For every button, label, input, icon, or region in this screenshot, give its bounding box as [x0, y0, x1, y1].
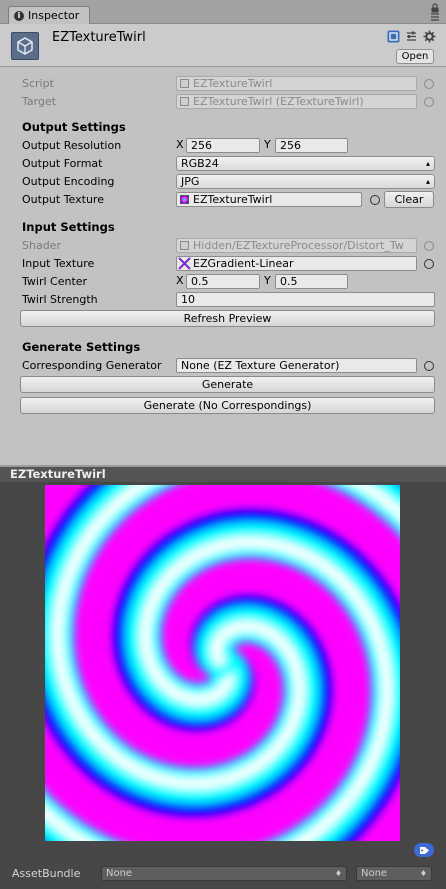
tab-strip: i Inspector	[0, 0, 446, 24]
input-texture-field[interactable]: EZGradient-Linear	[176, 256, 417, 271]
script-field: EZTextureTwirl	[176, 76, 417, 91]
info-icon: i	[14, 10, 24, 21]
script-label: Script	[22, 77, 54, 90]
clear-button[interactable]: Clear	[384, 191, 434, 208]
missing-texture-icon	[178, 257, 191, 270]
menu-icon[interactable]	[430, 13, 440, 21]
target-label: Target	[22, 95, 57, 108]
twirl-strength-input[interactable]: 10	[176, 292, 435, 307]
twirl-center-label: Twirl Center	[22, 275, 88, 288]
asset-bundle-variant-dropdown[interactable]: None ♦	[356, 866, 432, 881]
shader-value: Hidden/EZTextureProcessor/Distort_Tw	[193, 239, 404, 252]
target-picker-icon	[424, 97, 434, 107]
generate-no-correspondings-button[interactable]: Generate (No Correspondings)	[20, 397, 435, 414]
target-file-icon	[180, 97, 189, 106]
asset-bundle-label: AssetBundle	[12, 867, 81, 880]
target-field: EZTextureTwirl (EZTextureTwirl)	[176, 94, 417, 109]
resolution-x-input[interactable]: 256	[186, 138, 260, 153]
inspector-header: EZTextureTwirl Open	[0, 24, 446, 67]
output-encoding-dropdown[interactable]: JPG ▴	[176, 174, 435, 189]
input-texture-value: EZGradient-Linear	[193, 257, 294, 270]
asset-bundle-bar: AssetBundle None ♦ None ♦	[0, 862, 446, 889]
dropdown-arrow-icon: ▴	[425, 159, 430, 168]
window-buttons	[430, 3, 440, 21]
twirl-strength-label: Twirl Strength	[22, 293, 98, 306]
gear-icon[interactable]	[423, 30, 436, 43]
preview-panel	[0, 482, 446, 862]
output-format-dropdown[interactable]: RGB24 ▴	[176, 156, 435, 171]
object-title: EZTextureTwirl	[52, 30, 146, 45]
input-texture-picker-icon[interactable]	[424, 259, 434, 269]
input-settings-heading: Input Settings	[22, 220, 115, 234]
output-texture-picker-icon[interactable]	[370, 195, 380, 205]
output-format-value: RGB24	[181, 157, 219, 170]
preset-icon[interactable]	[405, 30, 418, 43]
asset-bundle-name-value: None	[106, 868, 133, 879]
shader-picker-icon	[424, 241, 434, 251]
dropdown-arrow-icon: ♦	[334, 869, 342, 878]
output-texture-label: Output Texture	[22, 193, 104, 206]
twirl-center-x-label: X	[176, 274, 184, 287]
output-resolution-label: Output Resolution	[22, 139, 122, 152]
resolution-x-label: X	[176, 138, 184, 151]
open-button[interactable]: Open	[396, 49, 434, 64]
twirl-center-y-label: Y	[264, 274, 271, 287]
output-texture-field[interactable]: EZTextureTwirl	[176, 192, 362, 207]
generator-picker-icon[interactable]	[424, 361, 434, 371]
shader-label: Shader	[22, 239, 61, 252]
twirl-center-x-input[interactable]: 0.5	[186, 274, 260, 289]
generator-label: Corresponding Generator	[22, 359, 162, 372]
tab-inspector[interactable]: i Inspector	[8, 6, 90, 24]
texture-thumbnail-icon	[180, 195, 189, 204]
output-encoding-label: Output Encoding	[22, 175, 115, 188]
script-file-icon	[180, 79, 189, 88]
generate-button[interactable]: Generate	[20, 376, 435, 393]
shader-field: Hidden/EZTextureProcessor/Distort_Tw	[176, 238, 417, 253]
output-encoding-value: JPG	[181, 175, 200, 188]
output-settings-heading: Output Settings	[22, 120, 126, 134]
input-texture-label: Input Texture	[22, 257, 95, 270]
asset-bundle-name-dropdown[interactable]: None ♦	[101, 866, 347, 881]
lock-icon[interactable]	[430, 3, 440, 13]
twirl-center-y-input[interactable]: 0.5	[275, 274, 348, 289]
resolution-y-input[interactable]: 256	[275, 138, 348, 153]
dropdown-arrow-icon: ♦	[419, 869, 427, 878]
script-value: EZTextureTwirl	[193, 77, 273, 90]
shader-file-icon	[180, 241, 189, 250]
help-icon[interactable]	[387, 30, 400, 43]
preview-header: EZTextureTwirl	[0, 465, 446, 482]
generate-settings-heading: Generate Settings	[22, 340, 141, 354]
tab-inspector-label: Inspector	[28, 9, 80, 22]
resolution-y-label: Y	[264, 138, 271, 151]
refresh-preview-button[interactable]: Refresh Preview	[20, 310, 435, 327]
twirl-preview-image	[45, 485, 400, 841]
script-picker-icon	[424, 79, 434, 89]
asset-label-icon[interactable]	[414, 843, 434, 857]
output-format-label: Output Format	[22, 157, 103, 170]
asset-bundle-variant-value: None	[361, 868, 388, 879]
target-value: EZTextureTwirl (EZTextureTwirl)	[193, 95, 364, 108]
unity-cube-icon	[11, 32, 39, 60]
output-texture-value: EZTextureTwirl	[193, 193, 273, 206]
generator-field[interactable]: None (EZ Texture Generator)	[176, 358, 417, 373]
inspector-body: Script EZTextureTwirl Target EZTextureTw…	[0, 67, 446, 465]
dropdown-arrow-icon: ▴	[425, 177, 430, 186]
